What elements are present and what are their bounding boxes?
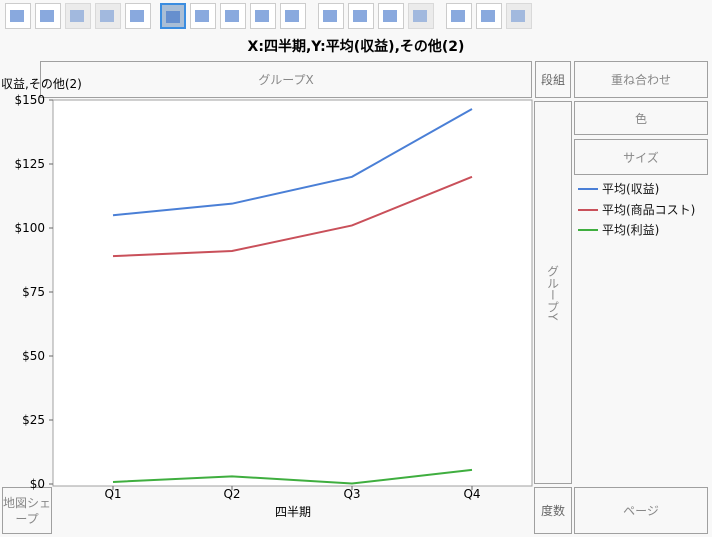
x-tick-label: Q1 [104, 487, 121, 501]
x-tick-label: Q3 [343, 487, 360, 501]
line-chart: $0 $25 $50 $75 $100 $125 $150 Q1 Q2 Q3 Q4 [14, 93, 533, 501]
plot-area [52, 99, 533, 487]
y-tick-label: $125 [14, 157, 45, 171]
x-tick-label: Q2 [223, 487, 240, 501]
y-tick-label: $150 [14, 93, 45, 107]
y-tick-label: $75 [22, 285, 45, 299]
y-tick-label: $25 [22, 413, 45, 427]
y-tick-label: $0 [30, 477, 45, 491]
x-tick-label: Q4 [463, 487, 480, 501]
y-tick-label: $50 [22, 349, 45, 363]
y-tick-label: $100 [14, 221, 45, 235]
